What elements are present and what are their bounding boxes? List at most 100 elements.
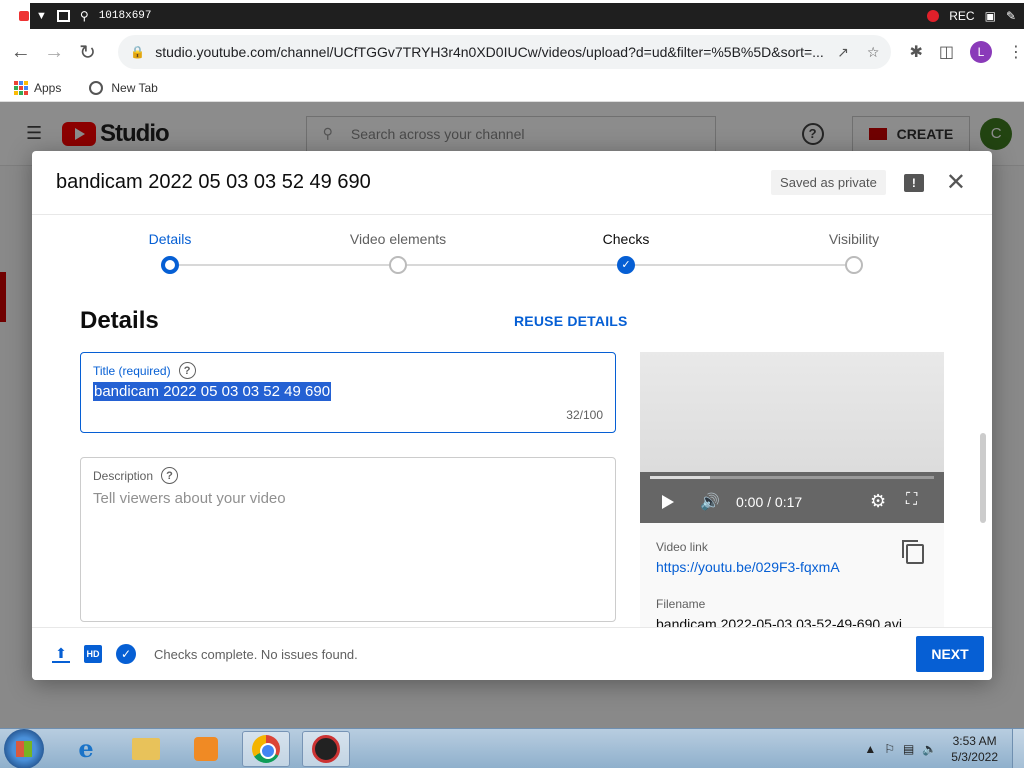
bookmark-label: New Tab — [111, 80, 158, 95]
taskbar-chrome[interactable] — [242, 730, 290, 767]
upload-stepper: Details Video elements Checks ✓ Visibili… — [32, 215, 992, 285]
clock-time: 3:53 AM — [952, 733, 997, 748]
description-label-text: Description — [93, 468, 154, 483]
internet-explorer-icon: e — [78, 734, 94, 763]
hd-processing-icon[interactable]: HD — [84, 645, 102, 663]
browser-toolbar: ← → ↻ 🔒 studio.youtube.com/channel/UCfTG… — [0, 30, 1024, 74]
dialog-scrollbar[interactable] — [980, 433, 986, 523]
bookmark-star-icon[interactable]: ☆ — [867, 44, 880, 61]
camera-icon[interactable]: ▣ — [985, 9, 996, 23]
taskbar-file-explorer[interactable] — [122, 731, 170, 767]
address-bar[interactable]: 🔒 studio.youtube.com/channel/UCfTGGv7TRY… — [118, 35, 892, 69]
close-icon[interactable]: ✕ — [946, 170, 966, 195]
action-center-icon[interactable]: ⚐ — [884, 742, 895, 756]
dialog-footer: ⬆ HD ✓ Checks complete. No issues found.… — [32, 627, 992, 680]
gear-icon[interactable]: ⚙ — [870, 491, 886, 512]
media-player-icon — [194, 736, 218, 761]
stepper-line — [170, 264, 854, 266]
tray-expand-icon[interactable]: ▲ — [864, 742, 876, 756]
description-field[interactable]: Description ? Tell viewers about your vi… — [80, 457, 616, 622]
checks-status: Checks complete. No issues found. — [154, 646, 358, 662]
taskbar-clock[interactable]: 3:53 AM 5/3/2022 — [951, 733, 998, 765]
reload-icon[interactable]: ↻ — [71, 40, 104, 65]
show-desktop-button[interactable] — [1012, 728, 1024, 768]
record-dot-icon[interactable] — [927, 10, 940, 22]
video-link-label: Video link — [656, 540, 708, 554]
upload-dialog: bandicam 2022 05 03 03 52 49 690 Saved a… — [32, 151, 992, 680]
dropdown-arrow-icon[interactable]: ▼ — [36, 10, 47, 22]
title-field-label: Title (required) ? — [93, 362, 196, 379]
checkmark-icon: ✓ — [617, 256, 635, 274]
video-progress-bar[interactable] — [650, 476, 934, 479]
youtube-favicon — [19, 11, 29, 21]
search-icon[interactable]: ⚲ — [80, 9, 89, 23]
step-node — [161, 256, 179, 274]
step-video-elements[interactable]: Video elements — [318, 231, 478, 274]
recorder-bar: ▼ ⚲ 1018x697 REC ▣ ✎ — [30, 3, 1024, 29]
copy-icon[interactable] — [902, 540, 924, 564]
menu-dots-icon[interactable]: ⋮ — [1008, 42, 1024, 62]
windows-taskbar: e ▲ ⚐ ▤ 🔈 3:53 AM 5/3/2022 — [0, 728, 1024, 768]
check-circle-icon[interactable]: ✓ — [116, 644, 136, 664]
step-checks[interactable]: Checks ✓ — [546, 231, 706, 274]
upload-icon[interactable]: ⬆ — [52, 645, 70, 663]
bandicam-icon — [312, 734, 340, 763]
side-panel-icon[interactable]: ◫ — [939, 42, 954, 62]
back-icon[interactable]: ← — [4, 41, 37, 64]
title-field[interactable]: Title (required) ? bandicam 2022 05 03 0… — [80, 352, 616, 433]
filename-label: Filename — [656, 597, 706, 611]
step-node — [845, 256, 863, 274]
video-preview-card: 🔊 0:00 / 0:17 ⚙ ⛶ Video link https://you… — [640, 352, 944, 627]
speaker-icon[interactable]: 🔈 — [922, 742, 937, 756]
dialog-title: bandicam 2022 05 03 03 52 49 690 — [56, 171, 371, 193]
play-icon[interactable] — [662, 495, 674, 509]
description-input[interactable]: Tell viewers about your video — [93, 490, 286, 507]
chrome-icon — [252, 734, 280, 763]
network-icon[interactable]: ▤ — [903, 742, 914, 756]
fullscreen-icon[interactable]: ⛶ — [906, 491, 917, 509]
pencil-icon[interactable]: ✎ — [1006, 9, 1016, 23]
help-circle-icon[interactable]: ? — [178, 362, 196, 379]
globe-icon — [89, 80, 104, 95]
toolbar-right: ✱ ◫ L ⋮ — [909, 41, 1024, 63]
taskbar-media-player[interactable] — [182, 731, 230, 767]
step-visibility[interactable]: Visibility — [774, 231, 934, 274]
share-icon[interactable]: ↗ — [837, 44, 849, 61]
bookmark-new-tab[interactable]: New Tab — [89, 80, 158, 95]
taskbar-bandicam[interactable] — [302, 730, 350, 767]
bookmark-label: Apps — [34, 80, 62, 95]
step-label: Visibility — [828, 231, 880, 247]
forward-icon[interactable]: → — [37, 41, 70, 64]
step-details[interactable]: Details — [90, 231, 250, 274]
recorder-dimensions: 1018x697 — [98, 10, 152, 22]
video-time: 0:00 / 0:17 — [736, 494, 803, 510]
start-button-icon[interactable] — [4, 728, 44, 768]
step-node — [389, 256, 407, 274]
filename-value: bandicam 2022-05-03 03-52-49-690.avi — [656, 616, 902, 627]
step-label: Details — [148, 231, 192, 247]
profile-avatar[interactable]: L — [969, 41, 992, 63]
folder-icon — [132, 737, 160, 760]
window-icon[interactable] — [56, 10, 70, 22]
step-label: Checks — [602, 231, 650, 247]
video-controls: 🔊 0:00 / 0:17 ⚙ ⛶ — [640, 472, 944, 523]
help-circle-icon[interactable]: ? — [161, 467, 179, 484]
reuse-details-button[interactable]: REUSE DETAILS — [514, 313, 628, 329]
extensions-icon[interactable]: ✱ — [909, 42, 922, 62]
video-link[interactable]: https://youtu.be/029F3-fqxmA — [656, 559, 840, 575]
dialog-body: Details REUSE DETAILS Title (required) ?… — [32, 285, 992, 627]
title-input[interactable]: bandicam 2022 05 03 03 52 49 690 — [93, 382, 332, 401]
taskbar-internet-explorer[interactable]: e — [62, 731, 110, 767]
apps-grid-icon — [14, 80, 28, 95]
browser-tab-edge — [0, 0, 30, 30]
next-button[interactable]: NEXT — [916, 636, 984, 672]
rec-label: REC — [949, 9, 975, 23]
feedback-icon[interactable]: ! — [903, 173, 924, 192]
bookmark-apps[interactable]: Apps — [14, 80, 62, 95]
volume-icon[interactable]: 🔊 — [700, 492, 720, 512]
title-char-counter: 32/100 — [566, 408, 603, 422]
lock-icon[interactable]: 🔒 — [130, 45, 145, 59]
section-title: Details — [80, 307, 159, 334]
recorder-controls: REC ▣ ✎ — [927, 9, 1024, 23]
clock-date: 5/3/2022 — [951, 749, 998, 764]
